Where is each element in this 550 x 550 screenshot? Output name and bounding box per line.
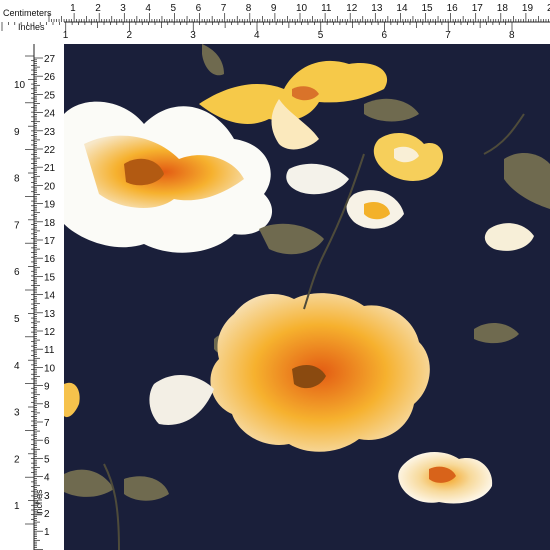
left-cm-label: 18: [44, 218, 56, 229]
top-in-label: 6: [382, 30, 388, 41]
left-cm-label: 21: [44, 163, 56, 174]
top-cm-label: 12: [346, 3, 358, 14]
top-cm-label: 2: [95, 3, 101, 14]
left-cm-label: 27: [44, 54, 56, 65]
left-cm-label: 15: [44, 272, 56, 283]
left-in-label: 10: [14, 80, 26, 91]
left-cm-label: 8: [44, 400, 50, 411]
top-cm-label: 19: [522, 3, 534, 14]
top-cm-label: 11: [321, 3, 332, 14]
centimeters-unit-label: Centimeters: [3, 8, 52, 18]
left-cm-label: 14: [44, 291, 56, 302]
left-cm-label: 16: [44, 254, 56, 265]
left-cm-label: 23: [44, 127, 56, 138]
left-cm-label: 10: [44, 363, 56, 374]
top-cm-label: 13: [371, 3, 383, 14]
left-in-label: 2: [14, 454, 20, 465]
top-cm-label: 17: [472, 3, 484, 14]
top-in-label: 4: [254, 30, 260, 41]
top-in-label: 1: [63, 30, 69, 41]
top-in-label: 8: [509, 30, 515, 41]
left-cm-label: 5: [44, 454, 50, 465]
top-cm-label: 6: [196, 3, 202, 14]
left-cm-label: 13: [44, 309, 56, 320]
left-cm-label: 2: [44, 509, 50, 520]
left-cm-label: 22: [44, 145, 56, 156]
inches-unit-label: Inches: [18, 22, 45, 32]
floral-pattern: [64, 44, 550, 550]
left-in-label: 3: [14, 408, 20, 419]
top-ruler-scale: 1234567891011121314151617181920211234567…: [1, 3, 550, 41]
top-cm-label: 9: [271, 3, 277, 14]
top-cm-label: 1: [70, 3, 76, 14]
top-in-label: 7: [445, 30, 451, 41]
top-cm-label: 15: [422, 3, 434, 14]
left-cm-label: 11: [44, 345, 55, 356]
left-cm-label: 17: [44, 236, 56, 247]
left-cm-label: 20: [44, 181, 56, 192]
left-cm-label: 4: [44, 473, 50, 484]
top-in-label: 3: [190, 30, 196, 41]
left-in-label: 1: [14, 501, 20, 512]
left-in-label: 8: [14, 174, 20, 185]
left-in-label: 9: [14, 127, 20, 138]
left-cm-label: 1: [44, 527, 50, 538]
left-cm-label: 6: [44, 436, 50, 447]
left-in-label: 5: [14, 314, 20, 325]
fabric-print: [64, 44, 550, 550]
left-cm-label: 9: [44, 382, 50, 393]
left-ruler: 27 26 25 24 23 22 21 20 19 18 17 16 15 14 13 12 11 10 9 8 7 6…: [0, 44, 64, 550]
top-cm-label: 4: [145, 3, 151, 14]
top-cm-label: 14: [396, 3, 408, 14]
top-in-label: 2: [127, 30, 133, 41]
top-cm-label: 8: [246, 3, 252, 14]
left-cm-label: 26: [44, 72, 56, 83]
left-cm-label: 24: [44, 109, 56, 120]
left-in-label: 6: [14, 267, 20, 278]
left-cm-label: 25: [44, 90, 56, 101]
top-in-label: 5: [318, 30, 324, 41]
top-cm-label: 5: [171, 3, 177, 14]
top-cm-label: 18: [497, 3, 509, 14]
left-in-label: 7: [14, 220, 20, 231]
left-ruler-scale: 2726252423222120191817161514131211109876…: [14, 44, 56, 550]
left-cm-label: 12: [44, 327, 56, 338]
left-in-label: 4: [14, 361, 20, 372]
top-cm-label: 16: [447, 3, 459, 14]
top-cm-label: 7: [221, 3, 227, 14]
left-cm-label: 19: [44, 200, 56, 211]
left-cm-label: 3: [44, 491, 50, 502]
top-cm-label: 10: [296, 3, 308, 14]
inches-unit-label-vertical: Inches: [34, 489, 44, 516]
top-cm-label: 3: [120, 3, 126, 14]
left-cm-label: 7: [44, 418, 50, 429]
top-ruler: 1234567891011121314151617181920211234567…: [0, 0, 550, 44]
